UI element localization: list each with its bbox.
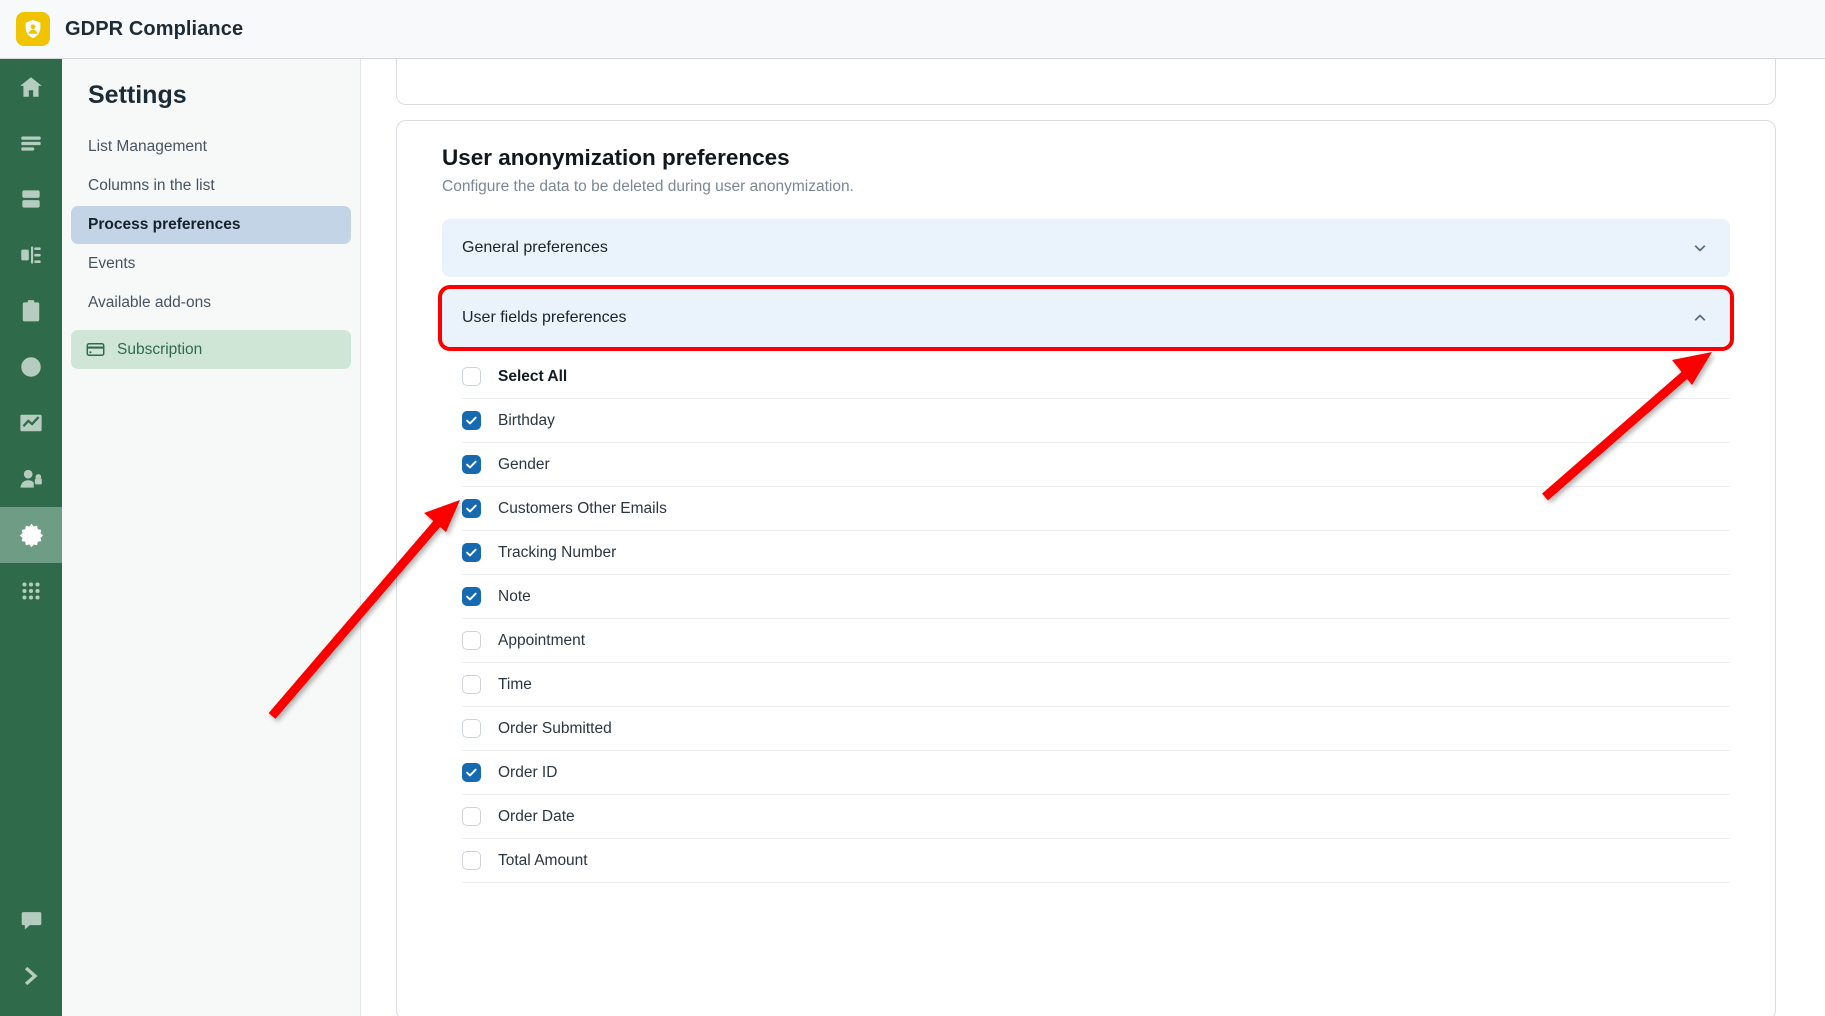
rail-item-history[interactable] [0, 339, 62, 395]
main-content: User anonymization preferences Configure… [361, 59, 1825, 1016]
list-item-label: Tracking Number [498, 543, 617, 561]
checkbox[interactable] [462, 631, 481, 650]
list-item-label: Order Date [498, 807, 575, 825]
list-item-tracking-number[interactable]: Tracking Number [462, 531, 1730, 575]
list-item-time[interactable]: Time [462, 663, 1730, 707]
list-item-label: Note [498, 587, 531, 605]
sidebar-item-label: Events [88, 255, 136, 272]
checkbox[interactable] [462, 411, 481, 430]
app-header: GDPR Compliance [0, 0, 1825, 59]
page-subtitle: Configure the data to be deleted during … [442, 178, 854, 195]
sidebar-item-label: Available add-ons [88, 294, 211, 311]
page-title: User anonymization preferences [442, 145, 790, 170]
accordion-label: User fields preferences [462, 309, 627, 326]
list-item-label: Total Amount [498, 851, 588, 869]
checkbox[interactable] [462, 367, 481, 386]
settings-nav-list: List Management Columns in the list Proc… [62, 128, 360, 369]
accordion-user-fields-preferences[interactable]: User fields preferences [438, 285, 1734, 351]
sidebar-item-label: List Management [88, 138, 207, 155]
settings-heading: Settings [88, 81, 187, 109]
database-icon [18, 186, 44, 212]
user-lock-icon [18, 466, 44, 492]
credit-card-icon [85, 339, 106, 360]
chevron-right-icon [18, 963, 44, 989]
sidebar-item-list-management[interactable]: List Management [71, 128, 351, 166]
app-root: GDPR Compliance Settings List Management… [0, 0, 1825, 1016]
checkbox[interactable] [462, 719, 481, 738]
list-item-label: Customers Other Emails [498, 499, 667, 517]
list-item-label: Appointment [498, 631, 586, 649]
menu-lines-icon [18, 130, 44, 156]
rail-item-apps[interactable] [0, 563, 62, 619]
rail-item-reports[interactable] [0, 395, 62, 451]
rail-item-flows[interactable] [0, 227, 62, 283]
list-item-label: Order ID [498, 763, 558, 781]
card-body: User anonymization preferences Configure… [397, 121, 1775, 883]
list-item-birthday[interactable]: Birthday [462, 399, 1730, 443]
checkbox[interactable] [462, 455, 481, 474]
rail-item-clipboard[interactable] [0, 283, 62, 339]
sidebar-item-subscription[interactable]: Subscription [71, 330, 351, 369]
chevron-up-icon[interactable] [1692, 310, 1708, 326]
list-item-gender[interactable]: Gender [462, 443, 1730, 487]
rail-item-database[interactable] [0, 171, 62, 227]
gear-icon [18, 522, 45, 549]
checkbox[interactable] [462, 851, 481, 870]
user-fields-list: Select All Birthday Gender Customers Oth… [442, 355, 1730, 883]
list-item-label: Select All [498, 367, 568, 385]
sidebar-item-process-preferences[interactable]: Process preferences [71, 206, 351, 244]
chevron-down-icon[interactable] [1692, 240, 1708, 256]
list-item-select-all[interactable]: Select All [462, 355, 1730, 399]
clock-icon [18, 354, 44, 380]
rail-item-feedback[interactable] [0, 892, 62, 948]
list-item-label: Birthday [498, 411, 555, 429]
sidebar-item-label: Subscription [117, 340, 203, 358]
list-item-label: Order Submitted [498, 719, 612, 737]
app-title: GDPR Compliance [65, 17, 244, 40]
shield-person-icon [16, 12, 50, 46]
rail-item-home[interactable] [0, 59, 62, 115]
list-item-label: Time [498, 675, 532, 693]
list-item-order-id[interactable]: Order ID [462, 751, 1730, 795]
flow-chart-icon [18, 242, 44, 268]
sidebar-item-available-add-ons[interactable]: Available add-ons [71, 284, 351, 322]
grid-dots-icon [18, 578, 44, 604]
accordion-general-preferences[interactable]: General preferences [442, 219, 1730, 277]
home-icon [18, 74, 44, 100]
list-item-note[interactable]: Note [462, 575, 1730, 619]
checkbox[interactable] [462, 807, 481, 826]
settings-sidebar: Settings List Management Columns in the … [62, 59, 361, 1016]
list-item-order-date[interactable]: Order Date [462, 795, 1730, 839]
checkbox[interactable] [462, 763, 481, 782]
checkbox[interactable] [462, 675, 481, 694]
rail-item-privacy[interactable] [0, 451, 62, 507]
chart-line-icon [18, 410, 44, 436]
list-item-label: Gender [498, 455, 550, 473]
sidebar-item-label: Process preferences [88, 216, 241, 233]
primary-nav-rail [0, 59, 62, 1016]
rail-item-settings[interactable] [0, 507, 62, 563]
clipboard-user-icon [18, 298, 44, 324]
list-item-customers-other-emails[interactable]: Customers Other Emails [462, 487, 1730, 531]
list-item-appointment[interactable]: Appointment [462, 619, 1730, 663]
checkbox[interactable] [462, 499, 481, 518]
checkbox[interactable] [462, 543, 481, 562]
previous-card [396, 59, 1776, 105]
accordion-label: General preferences [462, 239, 608, 256]
user-anonymization-card: User anonymization preferences Configure… [396, 120, 1776, 1016]
list-item-order-submitted[interactable]: Order Submitted [462, 707, 1730, 751]
chat-icon [19, 908, 44, 933]
rail-item-lists[interactable] [0, 115, 62, 171]
sidebar-item-columns-in-the-list[interactable]: Columns in the list [71, 167, 351, 205]
rail-item-expand[interactable] [0, 948, 62, 1004]
list-item-total-amount[interactable]: Total Amount [462, 839, 1730, 883]
checkbox[interactable] [462, 587, 481, 606]
sidebar-item-label: Columns in the list [88, 177, 215, 194]
sidebar-item-events[interactable]: Events [71, 245, 351, 283]
